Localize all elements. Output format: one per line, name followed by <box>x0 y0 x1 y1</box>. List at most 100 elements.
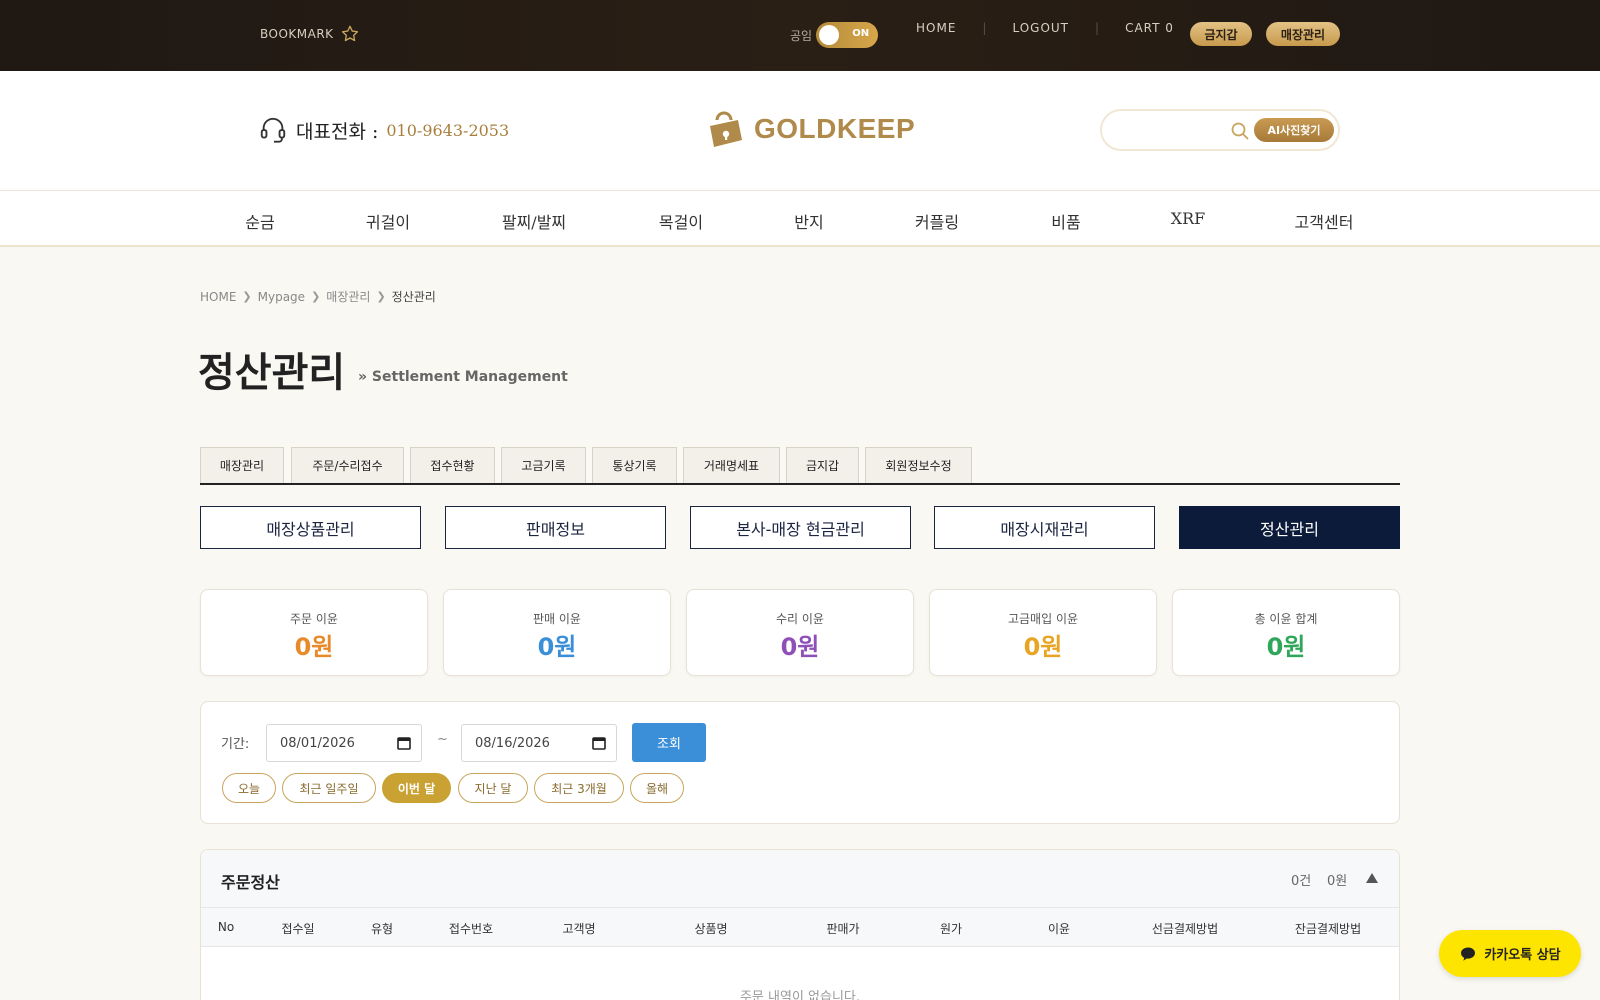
hq-store-cash-button[interactable]: 본사-매장 현금관리 <box>690 506 911 549</box>
end-date-input[interactable]: 08/16/2026 <box>461 724 617 762</box>
top-nav-logout[interactable]: LOGOUT <box>1012 21 1069 35</box>
tab-order-repair[interactable]: 주문/수리접수 <box>291 447 404 483</box>
tab-old-gold-record[interactable]: 고금기록 <box>501 447 586 483</box>
gold-bag-logo-icon <box>710 111 742 147</box>
chat-bubble-icon <box>1461 947 1476 961</box>
breadcrumb-home[interactable]: HOME <box>200 290 236 304</box>
top-nav-home[interactable]: HOME <box>916 21 956 35</box>
category-item[interactable]: 귀걸이 <box>366 209 410 233</box>
breadcrumb-current: 정산관리 <box>391 290 436 304</box>
column-header: 이윤 <box>1047 922 1071 936</box>
column-header: 판매가 <box>826 922 860 936</box>
stat-card-order-profit: 주문 이윤 0원 <box>200 589 428 676</box>
breadcrumb-store[interactable]: 매장관리 <box>326 288 370 305</box>
column-header: 선금결제방법 <box>1151 922 1219 936</box>
top-nav-divider: | <box>1095 21 1100 35</box>
chevron-right-icon: ❯ <box>376 290 386 303</box>
stat-value: 0원 <box>294 633 334 661</box>
category-item[interactable]: 비품 <box>1051 209 1080 233</box>
store-management-button[interactable]: 매장관리 <box>1266 22 1340 46</box>
chevron-right-icon: ❯ <box>311 290 321 303</box>
tab-member-info[interactable]: 회원정보수정 <box>865 447 972 483</box>
bookmark-link[interactable]: BOOKMARK <box>260 24 360 44</box>
category-item[interactable]: 목걸이 <box>659 209 703 233</box>
phone-label: 대표전화 : <box>296 120 379 143</box>
chip-last-week[interactable]: 최근 일주일 <box>282 773 376 803</box>
column-header: 접수번호 <box>448 922 494 936</box>
page-title: 정산관리 <box>198 350 346 396</box>
stat-label: 판매 이윤 <box>533 612 581 626</box>
calendar-icon[interactable] <box>397 736 411 750</box>
calendar-icon[interactable] <box>592 736 606 750</box>
toggle-knob <box>819 25 840 45</box>
mypage-tabs: 매장관리 주문/수리접수 접수현황 고금기록 통상기록 거래명세표 금지갑 회원… <box>200 447 1400 485</box>
category-item[interactable]: 팔찌/발찌 <box>502 209 566 233</box>
top-bar: BOOKMARK 공임 ON HOME | LOGOUT | CART 0 금지… <box>0 0 1600 71</box>
top-nav-divider: | <box>982 21 987 35</box>
stat-value: 0원 <box>537 633 577 661</box>
stat-card-total-profit: 총 이윤 합계 0원 <box>1172 589 1400 676</box>
order-sum: 0원 <box>1327 874 1348 889</box>
chip-today[interactable]: 오늘 <box>222 773 276 803</box>
phone-number: 010-9643-2053 <box>386 120 510 140</box>
tab-reception-status[interactable]: 접수현황 <box>410 447 495 483</box>
stat-label: 총 이윤 합계 <box>1254 612 1318 626</box>
column-header: 유형 <box>370 922 394 936</box>
category-nav: 순금 귀걸이 팔찌/발찌 목걸이 반지 커플링 비품 XRF 고객센터 <box>0 191 1600 247</box>
category-item[interactable]: 반지 <box>794 209 823 233</box>
order-count: 0건 <box>1291 874 1312 889</box>
store-cash-balance-button[interactable]: 매장시재관리 <box>934 506 1155 549</box>
end-date-value: 08/16/2026 <box>475 735 550 751</box>
site-header: 대표전화 : 010-9643-2053 GOLDKEEP AI사진찾기 <box>0 71 1600 191</box>
logo-text: GOLDKEEP <box>754 113 916 144</box>
category-item[interactable]: 고객센터 <box>1295 209 1354 233</box>
tab-store-management[interactable]: 매장관리 <box>200 447 284 483</box>
order-settlement-header[interactable]: 주문정산 0건 0원 <box>201 850 1399 908</box>
top-nav-cart[interactable]: CART 0 <box>1125 21 1174 35</box>
tab-statement[interactable]: 거래명세표 <box>683 447 780 483</box>
period-filter: 기간: 08/01/2026 ~ 08/16/2026 조회 오늘 최근 일주일… <box>200 701 1400 824</box>
triangle-up-icon[interactable] <box>1365 872 1379 884</box>
page-subtitle: » Settlement Management <box>358 369 568 385</box>
labor-toggle-label: 공임 <box>790 28 813 43</box>
start-date-input[interactable]: 08/01/2026 <box>266 724 422 762</box>
headset-icon <box>260 117 286 143</box>
stat-label: 주문 이윤 <box>290 612 338 626</box>
site-logo[interactable]: GOLDKEEP <box>702 107 915 151</box>
column-header: 접수일 <box>281 922 315 936</box>
kakao-chat-button[interactable]: 카카오톡 상담 <box>1439 930 1581 977</box>
column-header: 상품명 <box>694 922 728 936</box>
sales-info-button[interactable]: 판매정보 <box>445 506 666 549</box>
tab-gold-wallet[interactable]: 금지갑 <box>786 447 859 483</box>
period-label: 기간: <box>221 737 250 752</box>
kakao-chat-label: 카카오톡 상담 <box>1484 948 1561 963</box>
breadcrumb-mypage[interactable]: Mypage <box>258 290 305 304</box>
chip-this-year[interactable]: 올해 <box>630 773 684 803</box>
store-products-button[interactable]: 매장상품관리 <box>200 506 421 549</box>
breadcrumb: HOME ❯ Mypage ❯ 매장관리 ❯ 정산관리 <box>200 288 436 305</box>
tab-general-record[interactable]: 통상기록 <box>592 447 677 483</box>
order-settlement-panel: 주문정산 0건 0원 No 접수일 유형 접수번호 고객명 상품명 판매가 원가… <box>200 849 1400 1000</box>
chevron-right-icon: ❯ <box>242 290 252 303</box>
category-item[interactable]: XRF <box>1171 209 1206 228</box>
phone-contact: 대표전화 : 010-9643-2053 <box>258 115 509 145</box>
stat-card-sales-profit: 판매 이윤 0원 <box>443 589 671 676</box>
category-item[interactable]: 순금 <box>245 209 274 233</box>
query-button[interactable]: 조회 <box>632 723 706 762</box>
gold-wallet-button[interactable]: 금지갑 <box>1190 22 1252 46</box>
column-header: No <box>217 920 235 934</box>
stat-card-repair-profit: 수리 이윤 0원 <box>686 589 914 676</box>
settlement-button[interactable]: 정산관리 <box>1179 506 1400 549</box>
stat-label: 수리 이윤 <box>776 612 824 626</box>
chip-last-3-months[interactable]: 최근 3개월 <box>534 773 624 803</box>
chip-this-month[interactable]: 이번 달 <box>382 773 451 803</box>
stat-value: 0원 <box>1023 633 1063 661</box>
column-header: 고객명 <box>562 922 596 936</box>
stat-card-old-gold-profit: 고금매입 이윤 0원 <box>929 589 1157 676</box>
ai-photo-search-button[interactable]: AI사진찾기 <box>1254 118 1334 142</box>
search-input[interactable] <box>1118 120 1228 142</box>
category-item[interactable]: 커플링 <box>915 209 959 233</box>
chip-last-month[interactable]: 지난 달 <box>458 773 528 803</box>
search-icon[interactable] <box>1230 121 1250 141</box>
labor-toggle[interactable]: ON <box>816 22 879 48</box>
